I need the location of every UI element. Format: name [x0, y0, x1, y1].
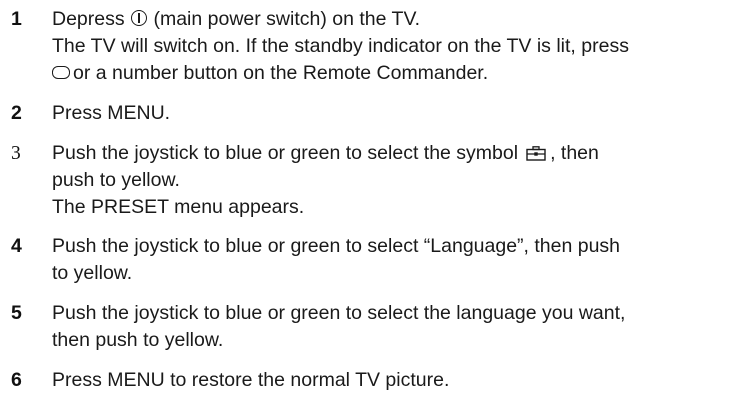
step-3-line-3: The PRESET menu appears. — [52, 196, 305, 218]
step-number: 6 — [11, 369, 22, 391]
step-1-line-2: The TV will switch on. If the standby in… — [52, 35, 629, 57]
step-number: 3 — [11, 143, 21, 164]
step-5: 5 Push the joystick to blue or green to … — [11, 300, 721, 354]
step-4: 4 Push the joystick to blue or green to … — [11, 233, 721, 287]
step-3-line-2: push to yellow. — [52, 169, 180, 191]
step-1: 1 Depress (main power switch) on the TV.… — [11, 6, 721, 87]
step-5-line-1: Push the joystick to blue or green to se… — [52, 302, 626, 324]
step-1-line-1: Depress (main power switch) on the TV. — [52, 8, 421, 30]
preset-toolbox-icon — [526, 146, 546, 161]
step-number: 1 — [11, 8, 22, 30]
step-5-line-2: then push to yellow. — [52, 329, 224, 351]
step-4-line-1: Push the joystick to blue or green to se… — [52, 235, 621, 257]
step-3-line-1: Push the joystick to blue or green to se… — [52, 142, 599, 164]
step-6-line-1: Press MENU to restore the normal TV pict… — [52, 369, 450, 391]
step-number: 2 — [11, 102, 22, 124]
step-number: 5 — [11, 302, 22, 324]
step-1-line-3: or a number button on the Remote Command… — [52, 60, 721, 87]
step-2: 2 Press MENU. — [11, 100, 721, 127]
standby-button-icon — [52, 66, 70, 79]
step-2-line-1: Press MENU. — [52, 102, 171, 124]
step-3: 3 Push the joystick to blue or green to … — [11, 140, 721, 221]
step-4-line-2: to yellow. — [52, 262, 133, 284]
step-6: 6 Press MENU to restore the normal TV pi… — [11, 367, 721, 394]
power-switch-icon — [131, 10, 148, 26]
step-number: 4 — [11, 235, 22, 257]
